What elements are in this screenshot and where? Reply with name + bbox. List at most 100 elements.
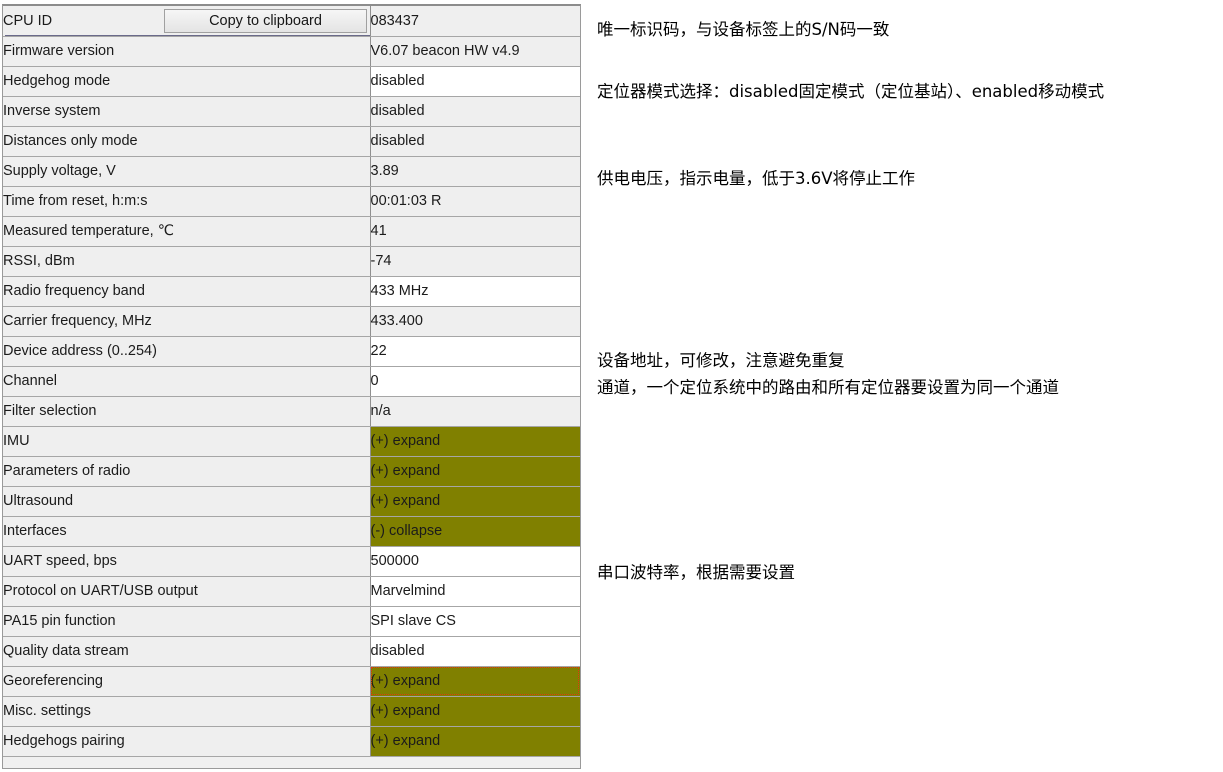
property-row[interactable]: UART speed, bps 500000 [3, 546, 580, 577]
property-label-cell: Measured temperature, ℃ [3, 216, 371, 247]
annotation-channel-line: 通道，一个定位系统中的路由和所有定位器要设置为同一个通道 [597, 378, 1059, 398]
annotation-uart-speed: 串口波特率，根据需要设置 [597, 563, 795, 582]
property-label-cell: Carrier frequency, MHz [3, 306, 371, 337]
property-label: Protocol on UART/USB output [3, 583, 198, 599]
property-label-cell: Distances only mode [3, 126, 371, 157]
property-label: Ultrasound [3, 493, 74, 509]
property-value-cell[interactable]: Marvelmind [370, 576, 580, 607]
property-row[interactable]: PA15 pin function SPI slave CS [3, 606, 580, 637]
property-label: UART speed, bps [3, 553, 117, 569]
property-value-cell[interactable]: 433 MHz [370, 276, 580, 307]
property-label: RSSI, dBm [3, 253, 75, 269]
property-label: Interfaces [3, 523, 67, 539]
property-value-cell[interactable]: V6.07 beacon HW v4.9 [370, 36, 580, 67]
property-row[interactable]: Misc. settings (+) expand [3, 696, 580, 727]
property-table: CPU ID Copy to clipboard 083437 Firmware ve… [3, 6, 580, 757]
property-value-cell[interactable]: n/a [370, 396, 580, 427]
property-label: Filter selection [3, 403, 97, 419]
property-row[interactable]: Device address (0..254) 22 [3, 336, 580, 367]
property-label: Supply voltage, V [3, 163, 116, 179]
property-label: Parameters of radio [3, 463, 131, 479]
property-value: V6.07 beacon HW v4.9 [370, 43, 520, 59]
property-label-cell: Firmware version [3, 36, 371, 67]
property-label-cell: Channel [3, 366, 371, 397]
property-row[interactable]: Quality data stream disabled [3, 636, 580, 667]
property-expand-toggle[interactable]: (+) expand [370, 426, 580, 457]
property-row[interactable]: CPU ID Copy to clipboard 083437 [3, 6, 580, 37]
property-value-cell[interactable]: 083437 [370, 6, 580, 37]
property-label: Measured temperature, ℃ [3, 223, 175, 239]
property-label-cell: CPU ID Copy to clipboard [3, 6, 371, 37]
property-label-cell: Supply voltage, V [3, 156, 371, 187]
property-value-cell[interactable]: 00:01:03 R [370, 186, 580, 217]
property-expand-toggle[interactable]: (+) expand [370, 726, 580, 757]
expand-toggle-label: (+) expand [370, 463, 441, 479]
property-row[interactable]: Ultrasound (+) expand [3, 486, 580, 517]
property-label: Carrier frequency, MHz [3, 313, 152, 329]
device-property-grid: CPU ID Copy to clipboard 083437 Firmware ve… [2, 4, 581, 769]
property-row[interactable]: Protocol on UART/USB output Marvelmind [3, 576, 580, 607]
property-label: Radio frequency band [3, 283, 145, 299]
property-label-cell: Time from reset, h:m:s [3, 186, 371, 217]
property-value-cell[interactable]: 3.89 [370, 156, 580, 187]
property-expand-toggle[interactable]: (+) expand [370, 456, 580, 487]
property-row[interactable]: Time from reset, h:m:s 00:01:03 R [3, 186, 580, 217]
property-value-cell[interactable]: disabled [370, 96, 580, 127]
property-label: Device address (0..254) [3, 343, 157, 359]
property-row[interactable]: Carrier frequency, MHz 433.400 [3, 306, 580, 337]
property-row[interactable]: Distances only mode disabled [3, 126, 580, 157]
property-value: SPI slave CS [370, 613, 456, 629]
property-row[interactable]: Parameters of radio (+) expand [3, 456, 580, 487]
property-row[interactable]: Interfaces (-) collapse [3, 516, 580, 547]
property-value: 500000 [370, 553, 419, 569]
property-expand-toggle[interactable]: (+) expand [370, 666, 580, 697]
property-value: n/a [370, 403, 391, 419]
property-row[interactable]: Filter selection n/a [3, 396, 580, 427]
property-row[interactable]: Inverse system disabled [3, 96, 580, 127]
expand-toggle-label: (+) expand [370, 493, 441, 509]
annotation-supply-voltage: 供电电压，指示电量，低于3.6V将停止工作 [597, 169, 916, 188]
copy-to-clipboard-button[interactable]: Copy to clipboard [164, 9, 367, 33]
property-row[interactable]: Hedgehogs pairing (+) expand [3, 726, 580, 757]
property-value-cell[interactable]: disabled [370, 66, 580, 97]
property-row[interactable]: Hedgehog mode disabled [3, 66, 580, 97]
property-label: Hedgehog mode [3, 73, 111, 89]
property-label-cell: Quality data stream [3, 636, 371, 667]
property-label-cell: UART speed, bps [3, 546, 371, 577]
annotation-device-address-channel: 设备地址，可修改，注意避免重复 通道，一个定位系统中的路由和所有定位器要设置为同… [597, 347, 1059, 401]
property-value: disabled [370, 73, 425, 89]
property-value-cell[interactable]: disabled [370, 636, 580, 667]
expand-toggle-label: (+) expand [370, 433, 441, 449]
property-value-cell[interactable]: disabled [370, 126, 580, 157]
property-value-cell[interactable]: 22 [370, 336, 580, 367]
property-label-cell: Protocol on UART/USB output [3, 576, 371, 607]
property-expand-toggle[interactable]: (+) expand [370, 696, 580, 727]
property-row[interactable]: Radio frequency band 433 MHz [3, 276, 580, 307]
property-value-cell[interactable]: 433.400 [370, 306, 580, 337]
property-value-cell[interactable]: -74 [370, 246, 580, 277]
property-row[interactable]: Channel 0 [3, 366, 580, 397]
property-label: IMU [3, 433, 30, 449]
property-label-cell: PA15 pin function [3, 606, 371, 637]
property-label-cell: Radio frequency band [3, 276, 371, 307]
property-expand-toggle[interactable]: (+) expand [370, 486, 580, 517]
property-row[interactable]: Firmware version V6.07 beacon HW v4.9 [3, 36, 580, 67]
property-row[interactable]: Supply voltage, V 3.89 [3, 156, 580, 187]
property-row[interactable]: Georeferencing (+) expand [3, 666, 580, 697]
property-label: Distances only mode [3, 133, 138, 149]
property-row[interactable]: RSSI, dBm -74 [3, 246, 580, 277]
property-label-cell: Interfaces [3, 516, 371, 547]
property-value-cell[interactable]: 41 [370, 216, 580, 247]
property-label-cell: Hedgehogs pairing [3, 726, 371, 757]
property-expand-toggle[interactable]: (-) collapse [370, 516, 580, 547]
property-label-cell: Inverse system [3, 96, 371, 127]
property-row[interactable]: IMU (+) expand [3, 426, 580, 457]
property-value: disabled [370, 643, 425, 659]
property-label: Inverse system [3, 103, 101, 119]
property-row[interactable]: Measured temperature, ℃ 41 [3, 216, 580, 247]
property-table-body: CPU ID Copy to clipboard 083437 Firmware ve… [3, 6, 580, 757]
property-value-cell[interactable]: 500000 [370, 546, 580, 577]
property-value-cell[interactable]: 0 [370, 366, 580, 397]
property-value: disabled [370, 103, 425, 119]
property-value-cell[interactable]: SPI slave CS [370, 606, 580, 637]
